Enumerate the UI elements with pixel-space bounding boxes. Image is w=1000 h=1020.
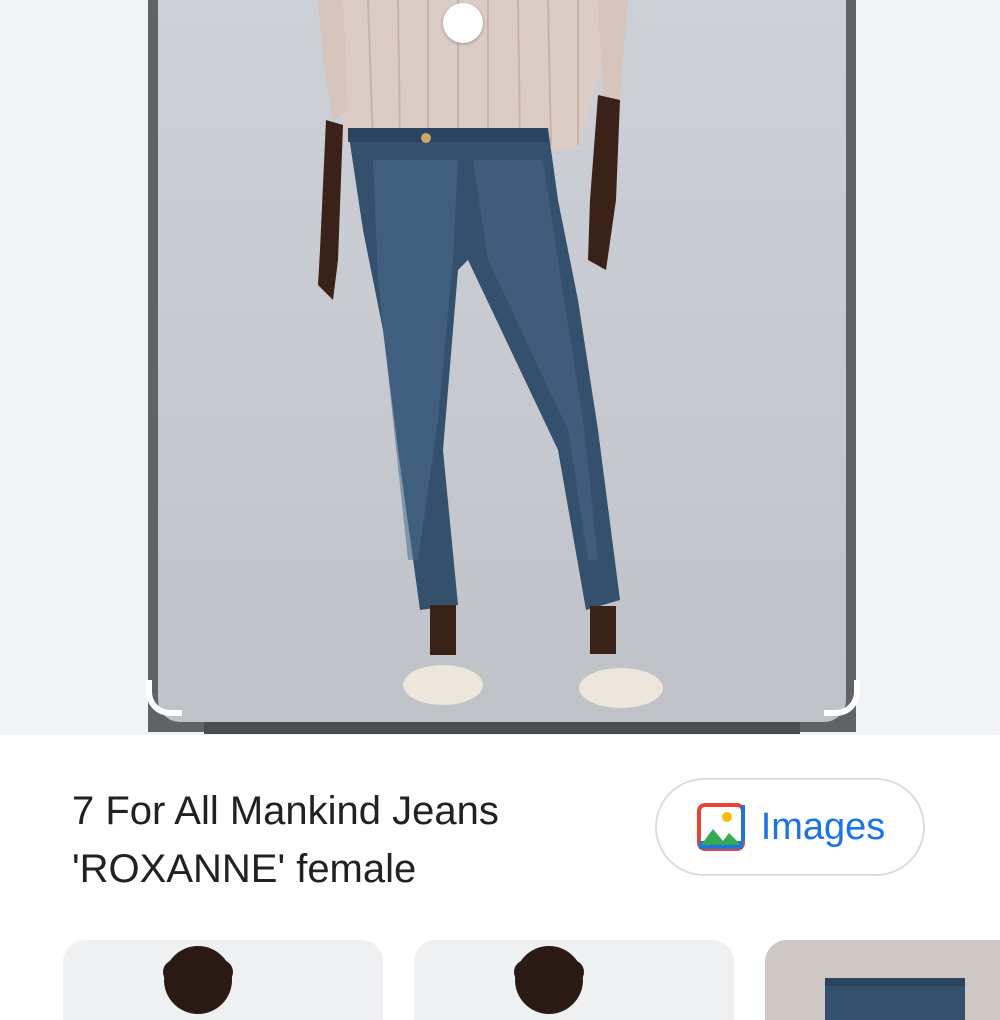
result-thumbnail[interactable] <box>63 940 383 1020</box>
image-viewer <box>0 0 1000 735</box>
result-thumbnail[interactable] <box>765 940 1000 1020</box>
images-button-label: Images <box>760 805 886 848</box>
person-photo-icon <box>514 946 584 1014</box>
person-photo-icon <box>163 946 233 1014</box>
image-icon <box>696 803 745 851</box>
jeans-model-image <box>318 0 663 708</box>
images-button[interactable]: Images <box>655 778 925 876</box>
jeans-photo-icon <box>765 940 1000 1020</box>
result-title[interactable]: 7 For All Mankind Jeans 'ROXANNE' female <box>72 782 632 898</box>
result-title-line2: 'ROXANNE' female <box>72 847 417 891</box>
result-title-line1: 7 For All Mankind Jeans <box>72 789 499 833</box>
result-thumbnail[interactable] <box>414 940 734 1020</box>
crop-bottom-edge[interactable] <box>204 722 800 734</box>
selected-product-photo <box>158 0 846 722</box>
search-point-dot[interactable] <box>443 3 483 43</box>
